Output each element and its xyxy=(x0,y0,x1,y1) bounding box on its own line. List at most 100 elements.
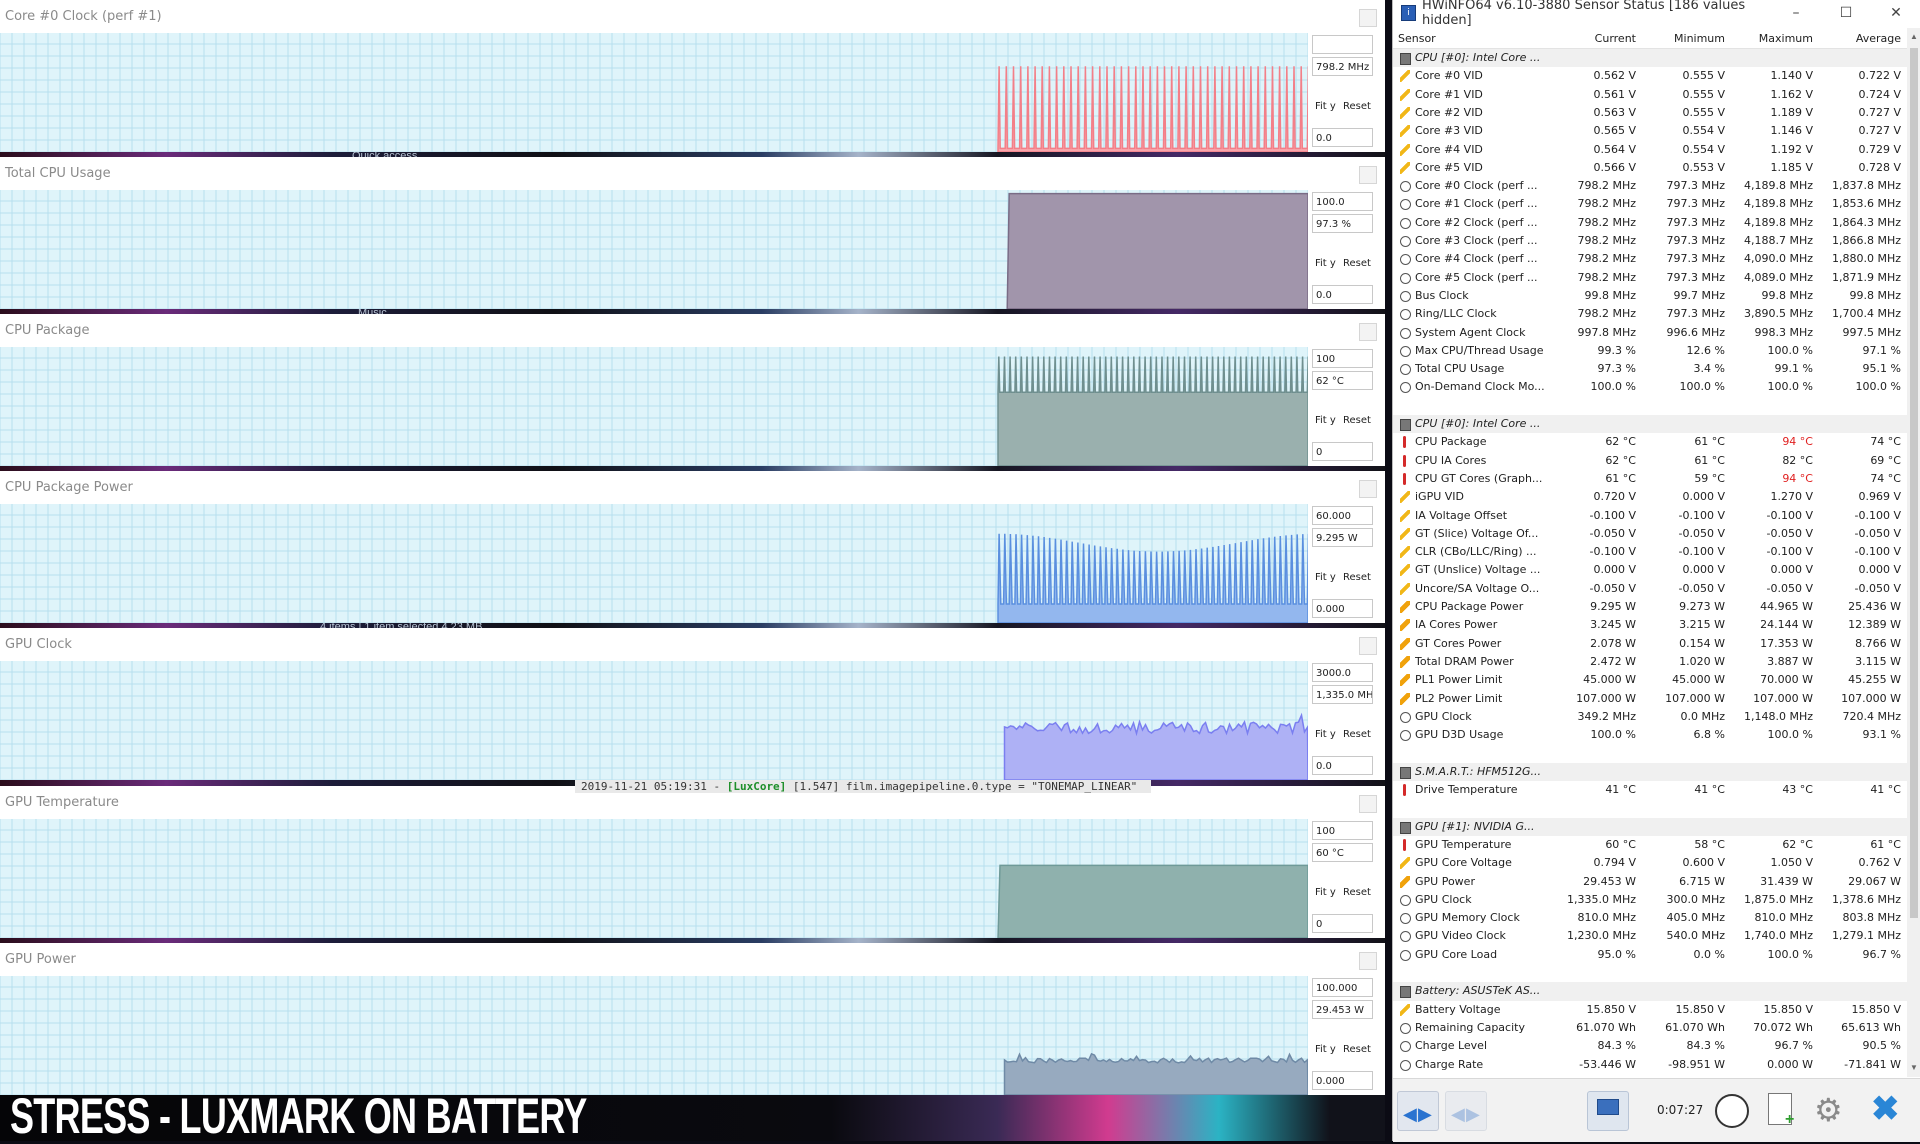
column-maximum[interactable]: Maximum xyxy=(1759,32,1813,45)
sensor-row[interactable]: Core #4 Clock (perf ... 798.2 MHz 797.3 MH… xyxy=(1393,250,1907,268)
graph-close-button[interactable] xyxy=(1359,637,1377,655)
sensor-group-row[interactable]: CPU [#0]: Intel Core ... xyxy=(1393,415,1907,434)
sensor-row[interactable]: GPU Video Clock 1,230.0 MHz 540.0 MHz 1,740… xyxy=(1393,927,1907,945)
sensor-row[interactable]: Battery Voltage 15.850 V 15.850 V 15.850 V 1… xyxy=(1393,1001,1907,1019)
fit-y-button[interactable]: Fit y xyxy=(1315,254,1336,274)
reset-button[interactable]: Reset xyxy=(1343,1040,1371,1060)
scroll-up-icon[interactable]: ▲ xyxy=(1907,30,1920,44)
sensor-row[interactable]: Ring/LLC Clock 798.2 MHz 797.3 MHz 3,890.5 … xyxy=(1393,305,1907,323)
maximize-icon[interactable]: ☐ xyxy=(1821,5,1871,21)
graph-max-field[interactable]: 100.000 xyxy=(1312,978,1373,997)
sensor-row[interactable]: System Agent Clock 997.8 MHz 996.6 MHz 998.… xyxy=(1393,324,1907,342)
settings-button[interactable]: ⚙ xyxy=(1811,1091,1851,1129)
minimize-icon[interactable]: – xyxy=(1771,5,1821,21)
sensor-row[interactable]: On-Demand Clock Mo... 100.0 % 100.0 % 100.0… xyxy=(1393,378,1907,396)
reset-button[interactable]: Reset xyxy=(1343,97,1371,117)
fit-y-button[interactable]: Fit y xyxy=(1315,411,1336,431)
sensor-row[interactable]: Core #3 Clock (perf ... 798.2 MHz 797.3 MH… xyxy=(1393,232,1907,250)
graph-min-field[interactable]: 0 xyxy=(1312,442,1373,461)
reset-button[interactable]: Reset xyxy=(1343,411,1371,431)
column-minimum[interactable]: Minimum xyxy=(1674,32,1725,45)
column-average[interactable]: Average xyxy=(1856,32,1901,45)
sensor-row[interactable]: GPU Memory Clock 810.0 MHz 405.0 MHz 810.0 … xyxy=(1393,909,1907,927)
column-sensor[interactable]: Sensor xyxy=(1398,32,1436,45)
sensor-row[interactable]: Max CPU/Thread Usage 99.3 % 12.6 % 100.0 % 9… xyxy=(1393,342,1907,360)
hwinfo-title-bar[interactable]: i HWiNFO64 v6.10-3880 Sensor Status [186… xyxy=(1393,0,1920,28)
sensor-group-row[interactable]: CPU [#0]: Intel Core ... xyxy=(1393,49,1907,68)
fit-y-button[interactable]: Fit y xyxy=(1315,97,1336,117)
sensor-row[interactable]: GPU Clock 1,335.0 MHz 300.0 MHz 1,875.0 MHz… xyxy=(1393,891,1907,909)
sensor-row[interactable]: Remaining Capacity 61.070 Wh 61.070 Wh 70.0… xyxy=(1393,1019,1907,1037)
sensor-group-row[interactable]: GPU [#1]: NVIDIA G... xyxy=(1393,817,1907,836)
sensor-row[interactable]: GT Cores Power 2.078 W 0.154 W 17.353 W 8.76… xyxy=(1393,635,1907,653)
graph-close-button[interactable] xyxy=(1359,166,1377,184)
fit-y-button[interactable]: Fit y xyxy=(1315,568,1336,588)
sensor-row[interactable]: Core #1 VID 0.561 V 0.555 V 1.162 V 0.724 V xyxy=(1393,86,1907,104)
sensor-row[interactable]: Core #1 Clock (perf ... 798.2 MHz 797.3 MH… xyxy=(1393,195,1907,213)
navigate-right-button[interactable]: ◀ ▶ xyxy=(1445,1091,1487,1131)
sensor-row[interactable]: Total CPU Usage 97.3 % 3.4 % 99.1 % 95.1 % xyxy=(1393,360,1907,378)
report-button[interactable]: + xyxy=(1761,1091,1801,1129)
graph-min-field[interactable]: 0.000 xyxy=(1312,1071,1373,1090)
clock-button[interactable] xyxy=(1711,1091,1751,1129)
sensor-row[interactable]: Bus Clock 99.8 MHz 99.7 MHz 99.8 MHz 99.8 MH… xyxy=(1393,287,1907,305)
sensor-row[interactable]: IA Cores Power 3.245 W 3.215 W 24.144 W 12.3… xyxy=(1393,616,1907,634)
close-icon[interactable]: ✕ xyxy=(1871,5,1920,21)
sensor-row[interactable]: CPU Package 62 °C 61 °C 94 °C 74 °C xyxy=(1393,433,1907,451)
sensor-row[interactable]: GPU D3D Usage 100.0 % 6.8 % 100.0 % 93.1 % xyxy=(1393,726,1907,744)
sensor-row[interactable]: Core #0 Clock (perf ... 798.2 MHz 797.3 MH… xyxy=(1393,177,1907,195)
sensor-row[interactable]: GPU Core Voltage 0.794 V 0.600 V 1.050 V 0.7… xyxy=(1393,854,1907,872)
reset-button[interactable]: Reset xyxy=(1343,568,1371,588)
scrollbar-thumb[interactable] xyxy=(1910,48,1918,918)
sensor-row[interactable]: Charge Rate -53.446 W -98.951 W 0.000 W -71.… xyxy=(1393,1056,1907,1074)
sensor-row[interactable]: GPU Clock 349.2 MHz 0.0 MHz 1,148.0 MHz 720.… xyxy=(1393,708,1907,726)
sensor-row[interactable]: Total DRAM Power 2.472 W 1.020 W 3.887 W 3.1… xyxy=(1393,653,1907,671)
graph-max-field[interactable]: 3000.0 xyxy=(1312,663,1373,682)
reset-button[interactable]: Reset xyxy=(1343,254,1371,274)
sensor-row[interactable]: Core #2 VID 0.563 V 0.555 V 1.189 V 0.727 V xyxy=(1393,104,1907,122)
graph-max-field[interactable]: 100.0 xyxy=(1312,192,1373,211)
graph-min-field[interactable]: 0.0 xyxy=(1312,128,1373,147)
fit-y-button[interactable]: Fit y xyxy=(1315,883,1336,903)
sensor-row[interactable]: Core #2 Clock (perf ... 798.2 MHz 797.3 MH… xyxy=(1393,214,1907,232)
sensor-row[interactable]: iGPU VID 0.720 V 0.000 V 1.270 V 0.969 V xyxy=(1393,488,1907,506)
graph-min-field[interactable]: 0.000 xyxy=(1312,599,1373,618)
graph-close-button[interactable] xyxy=(1359,952,1377,970)
sensor-row[interactable]: Drive Temperature 41 °C 41 °C 43 °C 41 °C xyxy=(1393,781,1907,799)
navigate-left-button[interactable]: ◀ ▶ xyxy=(1397,1091,1439,1131)
reset-button[interactable]: Reset xyxy=(1343,725,1371,745)
exit-button[interactable]: ✖ xyxy=(1863,1090,1903,1129)
graph-max-field[interactable]: 100 xyxy=(1312,349,1373,368)
sensor-row[interactable]: Core #5 Clock (perf ... 798.2 MHz 797.3 MH… xyxy=(1393,269,1907,287)
sensor-row[interactable]: CPU Package Power 9.295 W 9.273 W 44.965 W 2… xyxy=(1393,598,1907,616)
column-current[interactable]: Current xyxy=(1595,32,1636,45)
sensor-row[interactable]: Uncore/SA Voltage O... -0.050 V -0.050 V -0… xyxy=(1393,580,1907,598)
graph-close-button[interactable] xyxy=(1359,9,1377,27)
sensor-row[interactable]: GT (Unslice) Voltage ... 0.000 V 0.000 V 0.… xyxy=(1393,561,1907,579)
sensor-row[interactable]: Charge Level 84.3 % 84.3 % 96.7 % 90.5 % xyxy=(1393,1037,1907,1055)
graph-min-field[interactable]: 0 xyxy=(1312,914,1373,933)
graph-max-field[interactable] xyxy=(1312,35,1373,54)
sensor-row[interactable]: CPU IA Cores 62 °C 61 °C 82 °C 69 °C xyxy=(1393,452,1907,470)
sensor-row[interactable]: GPU Power 29.453 W 6.715 W 31.439 W 29.067 W xyxy=(1393,873,1907,891)
reset-button[interactable]: Reset xyxy=(1343,883,1371,903)
fit-y-button[interactable]: Fit y xyxy=(1315,1040,1336,1060)
graph-close-button[interactable] xyxy=(1359,480,1377,498)
sensor-row[interactable]: GPU Core Load 95.0 % 0.0 % 100.0 % 96.7 % xyxy=(1393,946,1907,964)
fit-y-button[interactable]: Fit y xyxy=(1315,725,1336,745)
sensor-row[interactable]: PL1 Power Limit 45.000 W 45.000 W 70.000 W 4… xyxy=(1393,671,1907,689)
graph-max-field[interactable]: 60.000 xyxy=(1312,506,1373,525)
sensor-row[interactable]: Core #5 VID 0.566 V 0.553 V 1.185 V 0.728 V xyxy=(1393,159,1907,177)
sensor-row[interactable]: PL2 Power Limit 107.000 W 107.000 W 107.000… xyxy=(1393,690,1907,708)
sensor-row[interactable]: CPU GT Cores (Graph... 61 °C 59 °C 94 °C 74 … xyxy=(1393,470,1907,488)
sensor-row[interactable]: GPU Temperature 60 °C 58 °C 62 °C 61 °C xyxy=(1393,836,1907,854)
sensor-group-row[interactable]: Battery: ASUSTeK AS... xyxy=(1393,982,1907,1001)
network-button[interactable] xyxy=(1587,1091,1629,1131)
graph-min-field[interactable]: 0.0 xyxy=(1312,756,1373,775)
sensor-row[interactable]: Core #0 VID 0.562 V 0.555 V 1.140 V 0.722 V xyxy=(1393,67,1907,85)
sensor-row[interactable]: IA Voltage Offset -0.100 V -0.100 V -0.100 … xyxy=(1393,507,1907,525)
sensor-group-row[interactable]: S.M.A.R.T.: HFM512G... xyxy=(1393,762,1907,781)
sensor-row[interactable]: Core #3 VID 0.565 V 0.554 V 1.146 V 0.727 V xyxy=(1393,122,1907,140)
sensor-row[interactable]: GT (Slice) Voltage Of... -0.050 V -0.050 V… xyxy=(1393,525,1907,543)
sensor-row[interactable]: Core #4 VID 0.564 V 0.554 V 1.192 V 0.729 V xyxy=(1393,141,1907,159)
